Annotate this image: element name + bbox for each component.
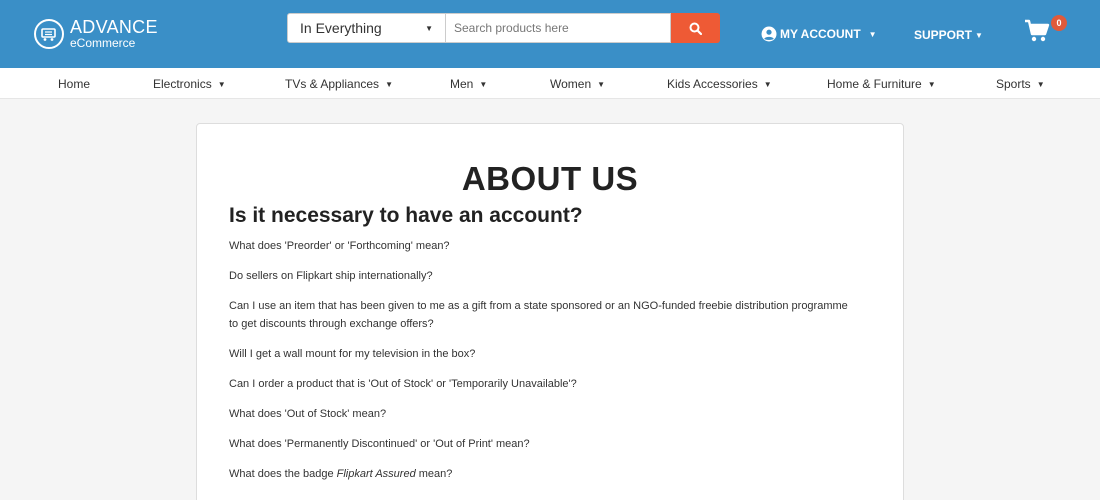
chevron-down-icon: ▼ bbox=[385, 79, 393, 89]
nav-label: Kids Accessories bbox=[667, 77, 758, 91]
logo-subtitle: eCommerce bbox=[70, 36, 136, 50]
faq-question: Will I get a wall mount for my televisio… bbox=[229, 348, 476, 360]
nav-label: Women bbox=[550, 77, 592, 91]
logo-title: ADVANCE bbox=[70, 17, 158, 37]
faq-question: What does the badge Flipkart Assured mea… bbox=[229, 465, 849, 483]
nav-item-electronics[interactable]: Electronics ▼ bbox=[153, 77, 226, 91]
nav-label: Electronics bbox=[153, 77, 212, 91]
chevron-down-icon: ▼ bbox=[217, 79, 226, 89]
cart-logo-icon bbox=[34, 18, 64, 49]
site-logo[interactable]: ADVANCE eCommerce bbox=[34, 18, 158, 49]
nav-item-sports[interactable]: Sports ▼ bbox=[996, 77, 1045, 91]
shopping-cart-icon bbox=[1025, 19, 1050, 42]
cart-button[interactable]: 0 bbox=[1024, 15, 1068, 47]
chevron-down-icon: ▼ bbox=[975, 30, 983, 40]
chevron-down-icon: ▼ bbox=[1036, 79, 1045, 89]
faq-question: Can I order a product that is 'Out of St… bbox=[229, 378, 577, 390]
nav-label: Home & Furniture bbox=[827, 77, 922, 91]
faq-list: What does 'Preorder' or 'Forthcoming' me… bbox=[229, 237, 849, 495]
support-menu[interactable]: SUPPORT ▼ bbox=[914, 28, 983, 42]
section-heading: Is it necessary to have an account? bbox=[229, 204, 583, 227]
nav-item-tvs-appliances[interactable]: TVs & Appliances ▼ bbox=[285, 77, 393, 91]
nav-item-men[interactable]: Men ▼ bbox=[450, 77, 487, 91]
search-icon bbox=[689, 22, 702, 35]
faq-question-prefix: What does the badge bbox=[229, 468, 337, 480]
search-button[interactable] bbox=[671, 13, 720, 43]
chevron-down-icon: ▼ bbox=[597, 79, 606, 89]
chevron-down-icon: ▼ bbox=[927, 79, 936, 89]
search-category-select[interactable]: In Everything ▼ bbox=[287, 13, 446, 43]
faq-question: Can I use an item that has been given to… bbox=[229, 300, 848, 330]
chevron-down-icon: ▼ bbox=[479, 79, 488, 89]
support-label: SUPPORT bbox=[914, 28, 973, 42]
chevron-down-icon: ▼ bbox=[425, 23, 433, 33]
faq-question: What does 'Permanently Discontinued' or … bbox=[229, 438, 530, 450]
faq-question-suffix: mean? bbox=[415, 468, 453, 480]
about-card: ABOUT US Is it necessary to have an acco… bbox=[196, 123, 904, 500]
category-nav: Home Electronics ▼ TVs & Appliances ▼ Me… bbox=[0, 68, 1100, 99]
nav-item-home-furniture[interactable]: Home & Furniture ▼ bbox=[827, 77, 936, 91]
top-header: ADVANCE eCommerce In Everything ▼ Search… bbox=[0, 0, 1100, 68]
my-account-menu[interactable]: MY ACCOUNT ▼ bbox=[761, 26, 877, 42]
nav-label: TVs & Appliances bbox=[285, 77, 380, 91]
search-input[interactable]: Search products here bbox=[446, 13, 671, 43]
user-circle-icon bbox=[761, 26, 777, 42]
my-account-label: MY ACCOUNT bbox=[780, 27, 861, 41]
search-category-value: In Everything bbox=[300, 20, 382, 36]
page-title: ABOUT US bbox=[461, 160, 639, 197]
cart-count-badge: 0 bbox=[1051, 15, 1067, 31]
faq-question-emphasis: Flipkart Assured bbox=[336, 468, 416, 480]
nav-item-kids-accessories[interactable]: Kids Accessories ▼ bbox=[667, 77, 772, 91]
nav-item-home[interactable]: Home bbox=[58, 77, 90, 91]
nav-label: Men bbox=[450, 77, 474, 91]
nav-label: Sports bbox=[996, 77, 1031, 91]
search-bar: In Everything ▼ Search products here bbox=[287, 13, 720, 43]
faq-question: Do sellers on Flipkart ship internationa… bbox=[229, 270, 433, 282]
search-placeholder: Search products here bbox=[454, 21, 569, 35]
faq-question: What does 'Out of Stock' mean? bbox=[229, 408, 387, 420]
nav-label: Home bbox=[58, 77, 91, 91]
chevron-down-icon: ▼ bbox=[763, 79, 772, 89]
nav-item-women[interactable]: Women ▼ bbox=[550, 77, 605, 91]
faq-question: What does 'Preorder' or 'Forthcoming' me… bbox=[229, 240, 450, 252]
chevron-down-icon: ▼ bbox=[868, 29, 877, 39]
